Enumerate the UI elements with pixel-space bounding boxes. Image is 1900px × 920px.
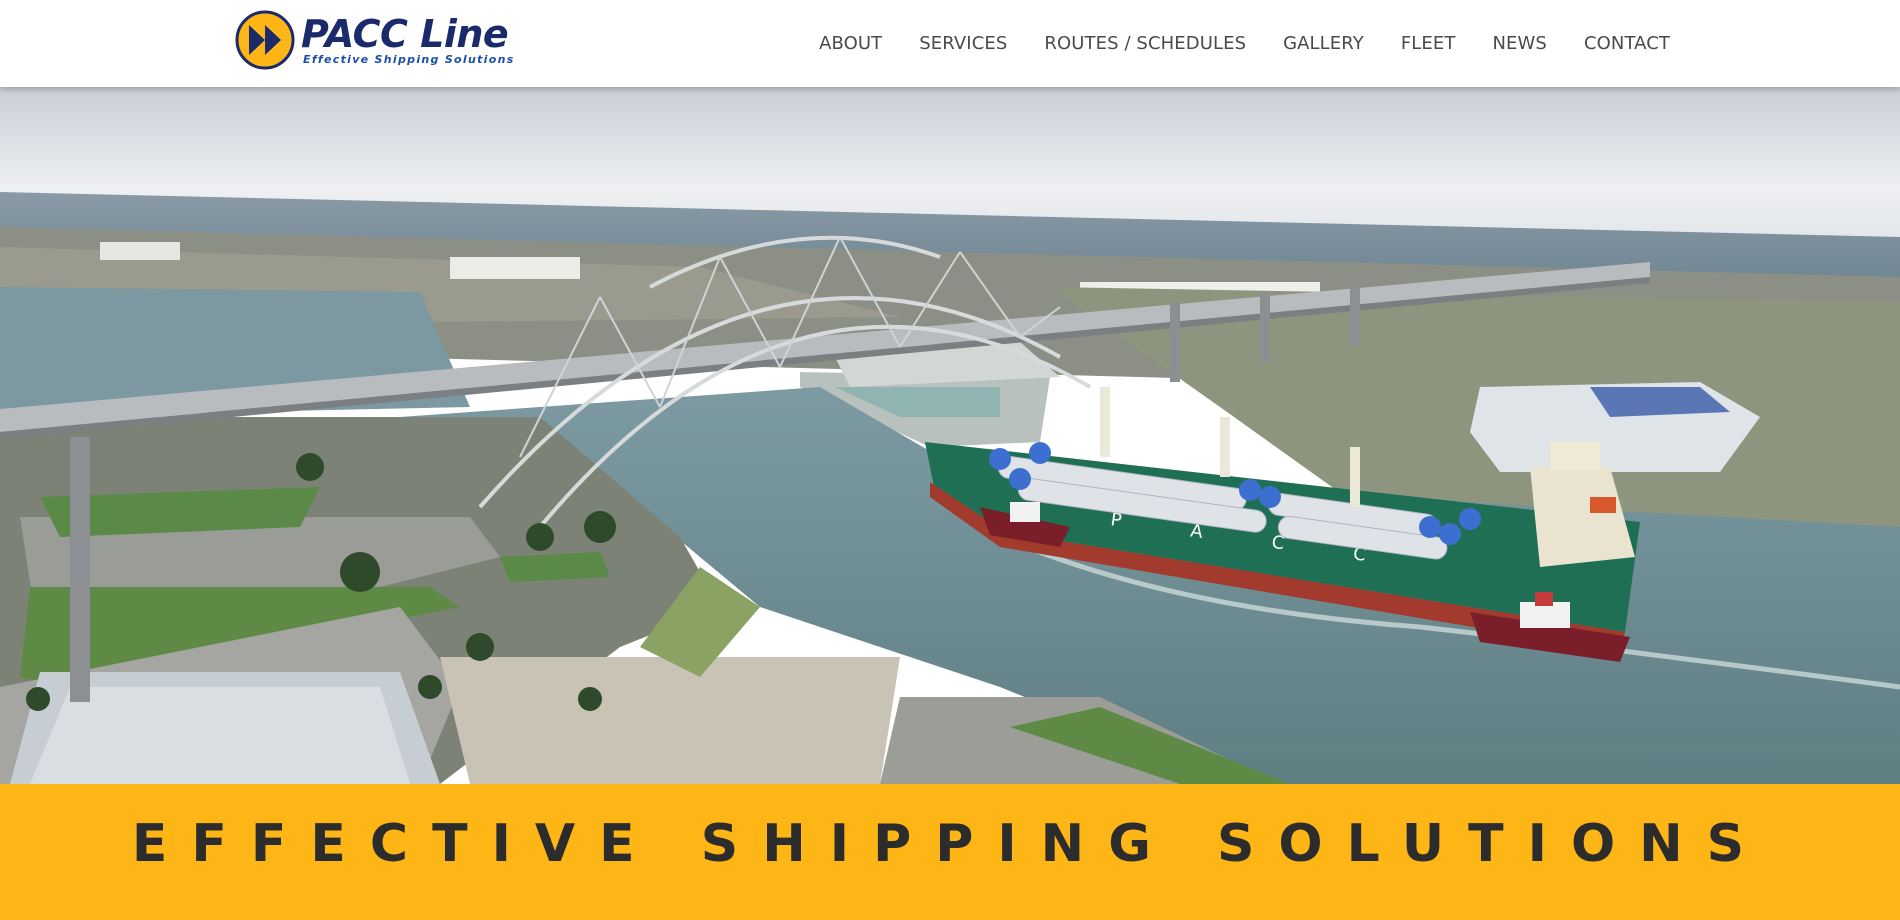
nav-fleet[interactable]: FLEET: [1401, 33, 1456, 54]
nav-news[interactable]: NEWS: [1492, 33, 1546, 54]
hero-image: P A C C: [0, 87, 1900, 784]
site-logo[interactable]: PACC Line Effective Shipping Solutions: [235, 10, 515, 70]
double-chevron-icon: [235, 10, 295, 70]
logo-name: PACC Line: [301, 12, 509, 56]
nav-about[interactable]: ABOUT: [819, 33, 882, 54]
nav-routes-schedules[interactable]: ROUTES / SCHEDULES: [1044, 33, 1246, 54]
main-nav: ABOUT SERVICES ROUTES / SCHEDULES GALLER…: [782, 33, 1670, 54]
site-header: PACC Line Effective Shipping Solutions A…: [0, 0, 1900, 87]
logo-tagline: Effective Shipping Solutions: [303, 53, 515, 66]
nav-services[interactable]: SERVICES: [919, 33, 1007, 54]
logo-text: PACC Line Effective Shipping Solutions: [301, 14, 515, 66]
nav-contact[interactable]: CONTACT: [1584, 33, 1670, 54]
harbor-aerial-scene: P A C C: [0, 87, 1900, 784]
banner-text: EFFECTIVE SHIPPING SOLUTIONS: [131, 814, 1769, 874]
nav-gallery[interactable]: GALLERY: [1283, 33, 1364, 54]
tagline-banner: EFFECTIVE SHIPPING SOLUTIONS: [0, 784, 1900, 920]
